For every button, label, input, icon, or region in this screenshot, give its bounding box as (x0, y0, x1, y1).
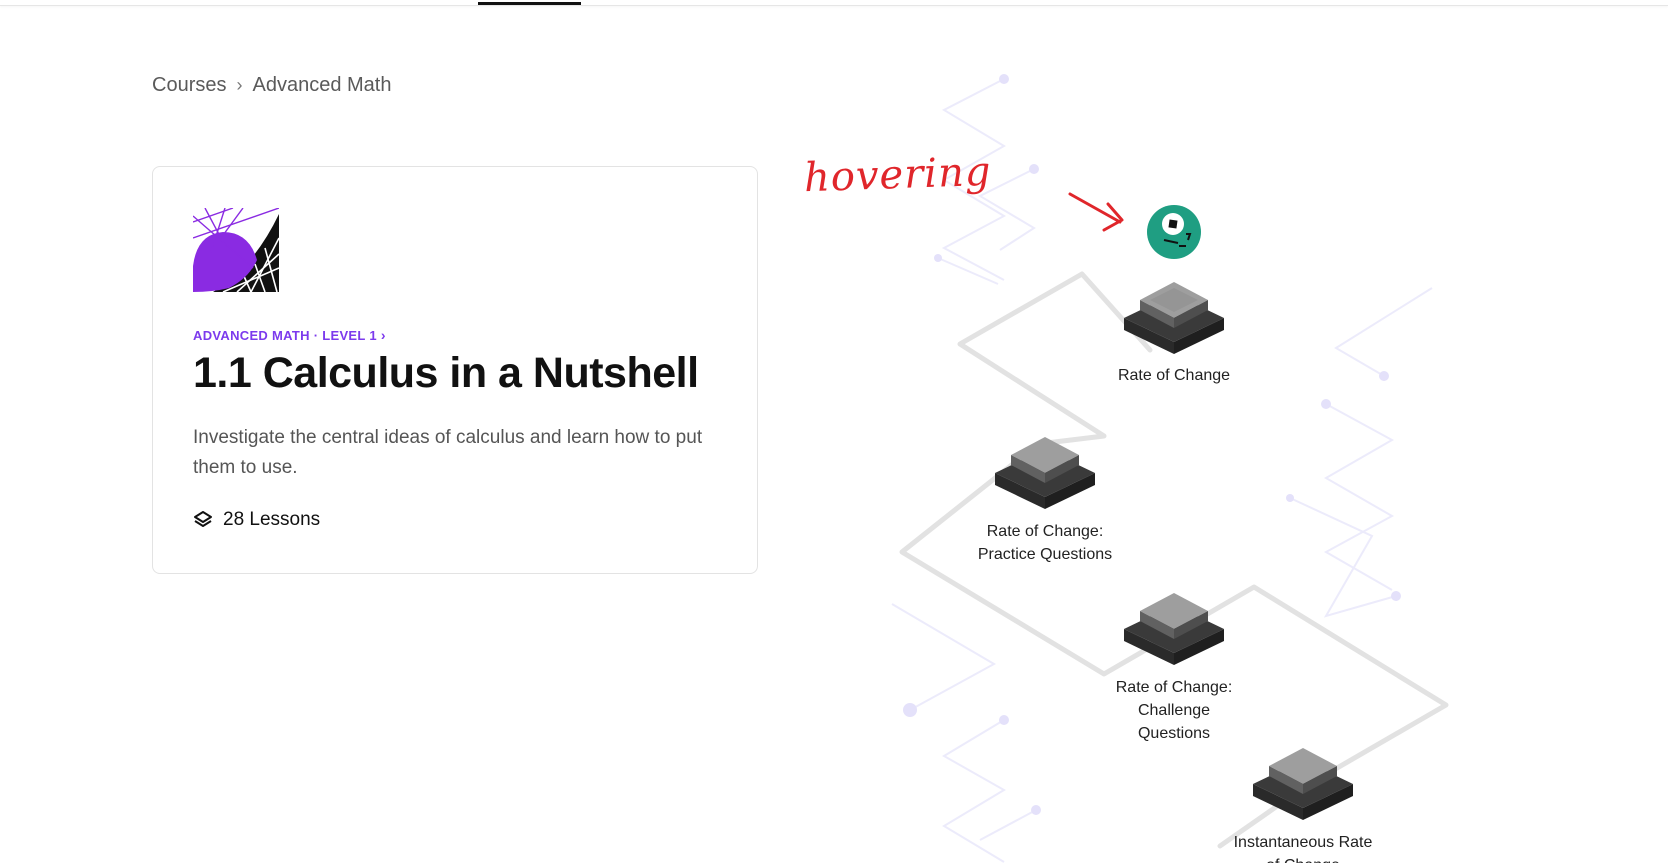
learning-path-map (891, 74, 1449, 863)
hovering-annotation-text: hovering (803, 148, 993, 202)
path-node-rate-of-change[interactable] (1124, 276, 1224, 356)
path-node-label: Instantaneous Rate of Change (1233, 834, 1373, 863)
path-node-challenge-questions[interactable] (1124, 587, 1224, 667)
robot-avatar-icon[interactable] (1146, 204, 1202, 260)
path-node-practice-questions[interactable] (995, 431, 1095, 511)
path-node-label: Rate of Change: Practice Questions (977, 523, 1113, 563)
path-node-label: Rate of Change: Challenge Questions (1115, 679, 1233, 742)
path-node-instantaneous-rate[interactable] (1253, 742, 1353, 822)
path-node-label: Rate of Change (1117, 367, 1231, 384)
course-page: Courses › Advanced Math ADVANCED MATH · … (0, 0, 1668, 863)
annotation-arrow-icon (1068, 192, 1124, 232)
